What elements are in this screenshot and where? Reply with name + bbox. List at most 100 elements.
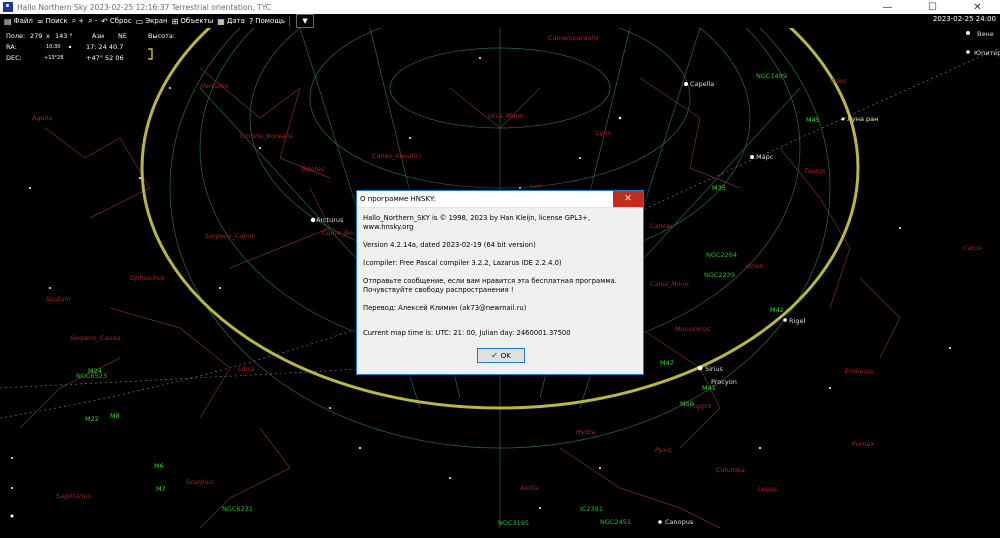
title-bar: Hallo Northern Sky 2023-02-25 12:16:37 T… <box>0 0 1000 14</box>
label-taurus: Taurus <box>804 167 826 175</box>
label-moon: Луна ран <box>847 115 878 123</box>
label-hercules: Hercules <box>200 82 229 90</box>
label-hydra: Hydra <box>576 428 596 436</box>
label-arcturus: Arcturus <box>316 216 344 224</box>
label-ngc3195: NGC3195 <box>498 519 529 527</box>
message-text-2: Почувствуйте свободу распространения ! <box>363 286 514 294</box>
toolbar-divider <box>289 16 291 26</box>
label-m45: M45 <box>806 116 820 124</box>
label-m35: M35 <box>712 184 726 192</box>
label-cancer: Cancer <box>650 222 674 230</box>
reset-button[interactable]: ↶ Сброс <box>101 17 131 26</box>
ok-label: OK <box>500 351 511 360</box>
label-venus: Вене <box>977 30 994 38</box>
dialog-title: О программе HNSKY: <box>360 195 436 203</box>
chevron-down-icon: ▼ <box>302 17 308 25</box>
label-m50: M50 <box>680 400 694 408</box>
label-sirius: Sirius <box>705 365 724 373</box>
message-text-1: Отправьте сообщение, если вам нравится э… <box>363 277 617 285</box>
toolbar-dropdown-button[interactable]: ▼ <box>296 14 315 28</box>
help-menu[interactable]: ? Помощь <box>249 17 285 26</box>
grid-icon: ⊞ <box>171 16 179 26</box>
label-corona-borealis: Corona_Borealis <box>240 132 293 140</box>
label-monoceros: Monoceros <box>675 325 711 333</box>
label-lepus: Lepus <box>758 485 778 493</box>
objects-label: Объекты <box>180 17 214 25</box>
zoom-out-label: - <box>94 17 98 25</box>
label-serpens-caput: Serpens_Caput <box>205 232 254 240</box>
file-icon: ▤ <box>4 16 12 26</box>
label-aquila: Aquila <box>31 114 52 122</box>
label-sagittarius: Sagittarius <box>56 492 92 500</box>
label-m41: M41 <box>702 384 716 392</box>
monitor-icon: ▭ <box>135 16 144 26</box>
label-bootes: Bootes <box>302 165 325 173</box>
label-scutum: Scutum <box>46 295 71 303</box>
zoom-in-label: + <box>78 17 85 25</box>
label-aries: Aries <box>829 77 847 85</box>
label-cetus: Cetus <box>963 244 982 252</box>
label-orion: Orion <box>746 262 764 270</box>
dialog-body: Hallo_Northern_SKY is © 1998, 2023 by Ha… <box>357 208 643 338</box>
question-icon: ? <box>248 16 254 26</box>
checkmark-icon: ✔ <box>491 351 498 360</box>
label-ngc2264: NGC2264 <box>706 251 737 259</box>
toolbar: ▤ Файл ∞ Поиск ⌕ + ⌕ - ↶ Сброс ▭ Экран ⊞ Объект… <box>0 14 1000 28</box>
copyright-text: Hallo_Northern_SKY is © 1998, 2023 by Ha… <box>363 214 591 231</box>
label-ngc2239: NGC2239 <box>704 271 735 279</box>
search-label: Поиск <box>45 17 68 25</box>
date-label: Дата <box>226 17 245 25</box>
calendar-icon: ▦ <box>217 16 225 26</box>
file-label: Файл <box>13 17 33 25</box>
label-ngc6523: NGC6523 <box>76 372 107 380</box>
label-ursa-major: Ursa_Major <box>488 112 525 120</box>
map-time-text: Current map time is: UTC: 21: 00, Julian… <box>363 329 571 337</box>
ok-button[interactable]: ✔ OK <box>477 348 525 363</box>
label-fornax: Fornax <box>852 440 874 448</box>
version-text: Version 4.2.14a, dated 2023-02-19 (64 bi… <box>363 241 536 249</box>
label-m7: M7 <box>156 485 166 493</box>
search-menu[interactable]: ∞ Поиск <box>37 17 68 26</box>
label-capella: Capella <box>690 80 714 88</box>
magnifier-icon: ⌕ <box>88 16 93 25</box>
label-lynx: Lynx <box>596 129 611 137</box>
label-eridanus: Eridanus <box>845 367 874 375</box>
objects-menu[interactable]: ⊞ Объекты <box>172 17 214 26</box>
label-mars: Марс <box>756 153 774 161</box>
label-canis-minor: Canis_Minor <box>650 280 691 288</box>
close-button[interactable]: ✕ <box>955 0 1000 14</box>
label-ic2391: IC2391 <box>580 505 603 513</box>
label-ngc1499: NGC1499 <box>756 72 787 80</box>
date-menu[interactable]: ▦ Дата <box>217 17 245 26</box>
label-ngc2451: NGC2451 <box>600 518 631 526</box>
magnifier-icon: ⌕ <box>71 16 77 25</box>
dialog-close-button[interactable]: ✕ <box>613 191 643 207</box>
screen-menu[interactable]: ▭ Экран <box>136 17 168 26</box>
label-jupiter: Юпитер <box>974 49 1000 57</box>
label-columba: Columba <box>716 466 745 474</box>
window-title: Hallo Northern Sky 2023-02-25 12:16:37 T… <box>17 2 272 12</box>
minimize-button[interactable]: — <box>865 0 910 14</box>
label-canopus: Canopus <box>665 518 694 526</box>
label-rigel: Rigel <box>789 317 805 325</box>
label-pyxis: Pyxis <box>655 446 672 454</box>
altitude-marker <box>148 48 153 60</box>
app-icon <box>3 2 13 12</box>
zoom-out-button[interactable]: ⌕ - <box>88 16 97 26</box>
maximize-button[interactable]: ☐ <box>910 0 955 14</box>
zoom-in-button[interactable]: ⌕ + <box>72 16 84 26</box>
label-m42: M42 <box>770 306 784 314</box>
translator-text: Перевод: Алексей Климин (ak73@newmail.ru… <box>363 304 527 312</box>
label-m6: M6 <box>154 462 164 470</box>
label-leo: Leo <box>530 182 542 190</box>
label-ngc6231: NGC6231 <box>222 505 253 513</box>
undo-icon: ↶ <box>101 16 108 26</box>
label-serpens-cauda: Serpens_Cauda <box>70 334 120 342</box>
dialog-title-bar: О программе HNSKY: ✕ <box>357 191 643 208</box>
file-menu[interactable]: ▤ Файл <box>4 17 33 26</box>
label-m22: M22 <box>85 415 99 423</box>
label-antlia: Antlia <box>519 484 539 492</box>
label-canes-venatici: Canes_Venatici <box>372 152 421 160</box>
label-m47: M47 <box>660 359 674 367</box>
help-label: Помощь <box>255 17 286 25</box>
